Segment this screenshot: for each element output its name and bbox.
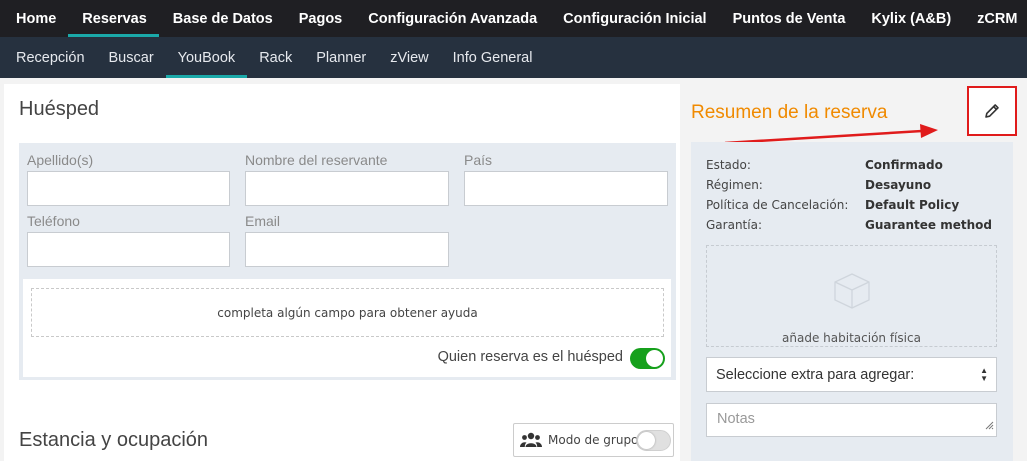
help-panel: completa algún campo para obtener ayuda … — [23, 279, 671, 377]
group-mode-label: Modo de grupo — [548, 433, 639, 447]
notes-placeholder: Notas — [717, 411, 755, 427]
surname-input[interactable] — [27, 171, 230, 206]
email-input[interactable] — [245, 232, 449, 267]
group-mode-toggle[interactable] — [636, 430, 671, 451]
add-physical-room-area[interactable]: añade habitación física — [706, 245, 997, 347]
subnav-zview[interactable]: zView — [378, 37, 440, 78]
guarantee-key: Garantía: — [706, 218, 762, 232]
country-label: País — [464, 152, 493, 168]
subnav-info-general[interactable]: Info General — [441, 37, 545, 78]
add-physical-room-label: añade habitación física — [782, 331, 921, 345]
phone-input[interactable] — [27, 232, 230, 267]
booker-name-input[interactable] — [245, 171, 449, 206]
cancellation-policy-value: Default Policy — [865, 198, 960, 212]
extra-select-value: Seleccione extra para agregar: — [716, 366, 915, 383]
booker-name-label: Nombre del reservante — [245, 152, 388, 168]
guest-panel: Huésped Apellido(s) Nombre del reservant… — [4, 84, 680, 461]
guest-form: Apellido(s) Nombre del reservante País T… — [19, 143, 676, 380]
topnav-pagos[interactable]: Pagos — [285, 0, 355, 37]
reservation-summary-panel: Estado: Confirmado Régimen: Desayuno Pol… — [691, 142, 1013, 461]
board-key: Régimen: — [706, 178, 763, 192]
subnav-youbook[interactable]: YouBook — [165, 37, 248, 78]
email-label: Email — [245, 213, 281, 229]
cancellation-policy-key: Política de Cancelación: — [706, 198, 849, 212]
status-key: Estado: — [706, 158, 751, 172]
extra-select[interactable]: Seleccione extra para agregar: ▲ ▼ — [706, 357, 997, 392]
country-input[interactable] — [464, 171, 668, 206]
cube-icon — [832, 271, 872, 311]
booker-is-guest-toggle[interactable] — [630, 348, 665, 369]
phone-label: Teléfono — [27, 213, 80, 229]
resize-handle-icon[interactable] — [985, 418, 994, 434]
stay-section-title: Estancia y ocupación — [19, 429, 209, 451]
subnav-buscar[interactable]: Buscar — [97, 37, 166, 78]
status-value: Confirmado — [865, 158, 943, 172]
topnav-configuracion-avanzada[interactable]: Configuración Avanzada — [354, 0, 549, 37]
guest-section-title: Huésped — [19, 98, 100, 120]
surname-label: Apellido(s) — [27, 152, 94, 168]
board-value: Desayuno — [865, 178, 932, 192]
help-hint: completa algún campo para obtener ayuda — [31, 288, 664, 337]
edit-button[interactable] — [967, 86, 1017, 136]
topnav-kylix[interactable]: Kylix (A&B) — [857, 0, 963, 37]
subnav-planner[interactable]: Planner — [304, 37, 378, 78]
pencil-icon — [983, 102, 1001, 120]
select-arrows-icon: ▲ ▼ — [980, 366, 988, 383]
topnav-zcrm[interactable]: zCRM — [963, 0, 1027, 37]
topnav-reservas[interactable]: Reservas — [68, 0, 159, 37]
topnav-home[interactable]: Home — [0, 0, 68, 37]
summary-title: Resumen de la reserva — [691, 102, 888, 123]
sub-nav: Recepción Buscar YouBook Rack Planner zV… — [0, 37, 1027, 78]
topnav-base-de-datos[interactable]: Base de Datos — [159, 0, 285, 37]
subnav-recepcion[interactable]: Recepción — [0, 37, 97, 78]
group-mode-control[interactable]: Modo de grupo — [513, 423, 674, 457]
subnav-rack[interactable]: Rack — [247, 37, 304, 78]
booker-is-guest-label: Quien reserva es el huésped — [437, 349, 623, 365]
topnav-puntos-de-venta[interactable]: Puntos de Venta — [719, 0, 858, 37]
top-nav: Home Reservas Base de Datos Pagos Config… — [0, 0, 1027, 37]
notes-textarea[interactable]: Notas — [706, 403, 997, 437]
group-users-icon — [520, 432, 542, 448]
guarantee-value: Guarantee method — [865, 218, 992, 232]
topnav-configuracion-inicial[interactable]: Configuración Inicial — [549, 0, 718, 37]
